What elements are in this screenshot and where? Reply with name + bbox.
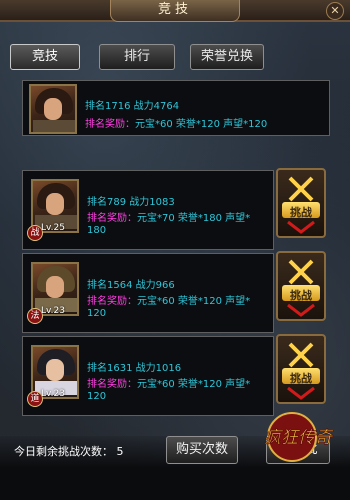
opponent-reward-value: 元宝*60 荣誉*120 声望* [137, 296, 251, 307]
challenge-label: 挑战 [290, 372, 312, 385]
chevron-down-icon [287, 386, 315, 400]
opponent-reward: 排名奖励：元宝*60 荣誉*120 声望* [87, 375, 250, 390]
crossed-swords-icon [288, 259, 314, 285]
crossed-swords-icon [288, 176, 314, 202]
chevron-down-icon [287, 303, 315, 317]
opponent-reward-cont: 120 [87, 308, 107, 319]
opponent-card: 法 Lv.23 排名1564 战力966 排名奖励：元宝*60 荣誉*120 声… [22, 253, 274, 333]
challenge-label: 挑战 [290, 289, 312, 302]
title-bar: 竞技 ✕ [0, 0, 350, 22]
opponent-reward: 排名奖励：元宝*60 荣誉*120 声望* [87, 292, 250, 307]
opponent-level: Lv.23 [41, 306, 65, 316]
opponent-card: 战 Lv.25 排名789 战力1083 排名奖励：元宝*70 荣誉*180 声… [22, 170, 274, 250]
chevron-down-icon [287, 220, 315, 234]
challenge-button[interactable]: 挑战 [276, 334, 326, 404]
opponent-reward-label: 排名奖励： [87, 213, 137, 224]
opponent-reward-cont: 120 [87, 391, 107, 402]
challenge-button[interactable]: 挑战 [276, 251, 326, 321]
opponent-level: Lv.23 [41, 389, 65, 399]
page-title: 竞技 [110, 0, 240, 22]
opponent-reward-value: 元宝*60 荣誉*120 声望* [137, 379, 251, 390]
opponent-rank-power: 排名1631 战力1016 [87, 363, 182, 374]
opponent-reward-cont: 180 [87, 225, 107, 236]
self-reward-label: 排名奖励： [85, 119, 135, 130]
opponent-rank-power: 排名1564 战力966 [87, 280, 175, 291]
challenge-label: 挑战 [290, 206, 312, 219]
self-rank-power: 排名1716 战力4764 [85, 101, 180, 112]
tab-honor-exchange[interactable]: 荣誉兑换 [190, 44, 264, 70]
challenge-button[interactable]: 挑战 [276, 168, 326, 238]
game-logo: 疯狂传奇 [264, 412, 334, 462]
opponent-reward: 排名奖励：元宝*70 荣誉*180 声望* [87, 209, 250, 224]
self-reward: 排名奖励：元宝*60 荣誉*120 声望*120 [85, 115, 267, 130]
tab-arena[interactable]: 竞技 [10, 44, 80, 70]
player-portrait [29, 84, 77, 134]
self-info-panel: 排名1716 战力4764 排名奖励：元宝*60 荣誉*120 声望*120 [22, 80, 330, 136]
tab-ranking[interactable]: 排行 [99, 44, 175, 70]
buy-attempts-button[interactable]: 购买次数 [166, 436, 238, 464]
svg-text:疯狂传奇: 疯狂传奇 [264, 428, 334, 448]
opponent-reward-value: 元宝*70 荣誉*180 声望* [137, 213, 251, 224]
opponent-level: Lv.25 [41, 223, 65, 233]
opponent-reward-label: 排名奖励： [87, 379, 137, 390]
close-icon[interactable]: ✕ [326, 2, 344, 20]
opponent-reward-label: 排名奖励： [87, 296, 137, 307]
opponent-rank-power: 排名789 战力1083 [87, 197, 175, 208]
remaining-challenges: 今日剩余挑战次数： 5 [14, 445, 124, 458]
self-reward-value: 元宝*60 荣誉*120 声望*120 [135, 119, 268, 130]
crossed-swords-icon [288, 342, 314, 368]
opponent-card: 道 Lv.23 排名1631 战力1016 排名奖励：元宝*60 荣誉*120 … [22, 336, 274, 416]
